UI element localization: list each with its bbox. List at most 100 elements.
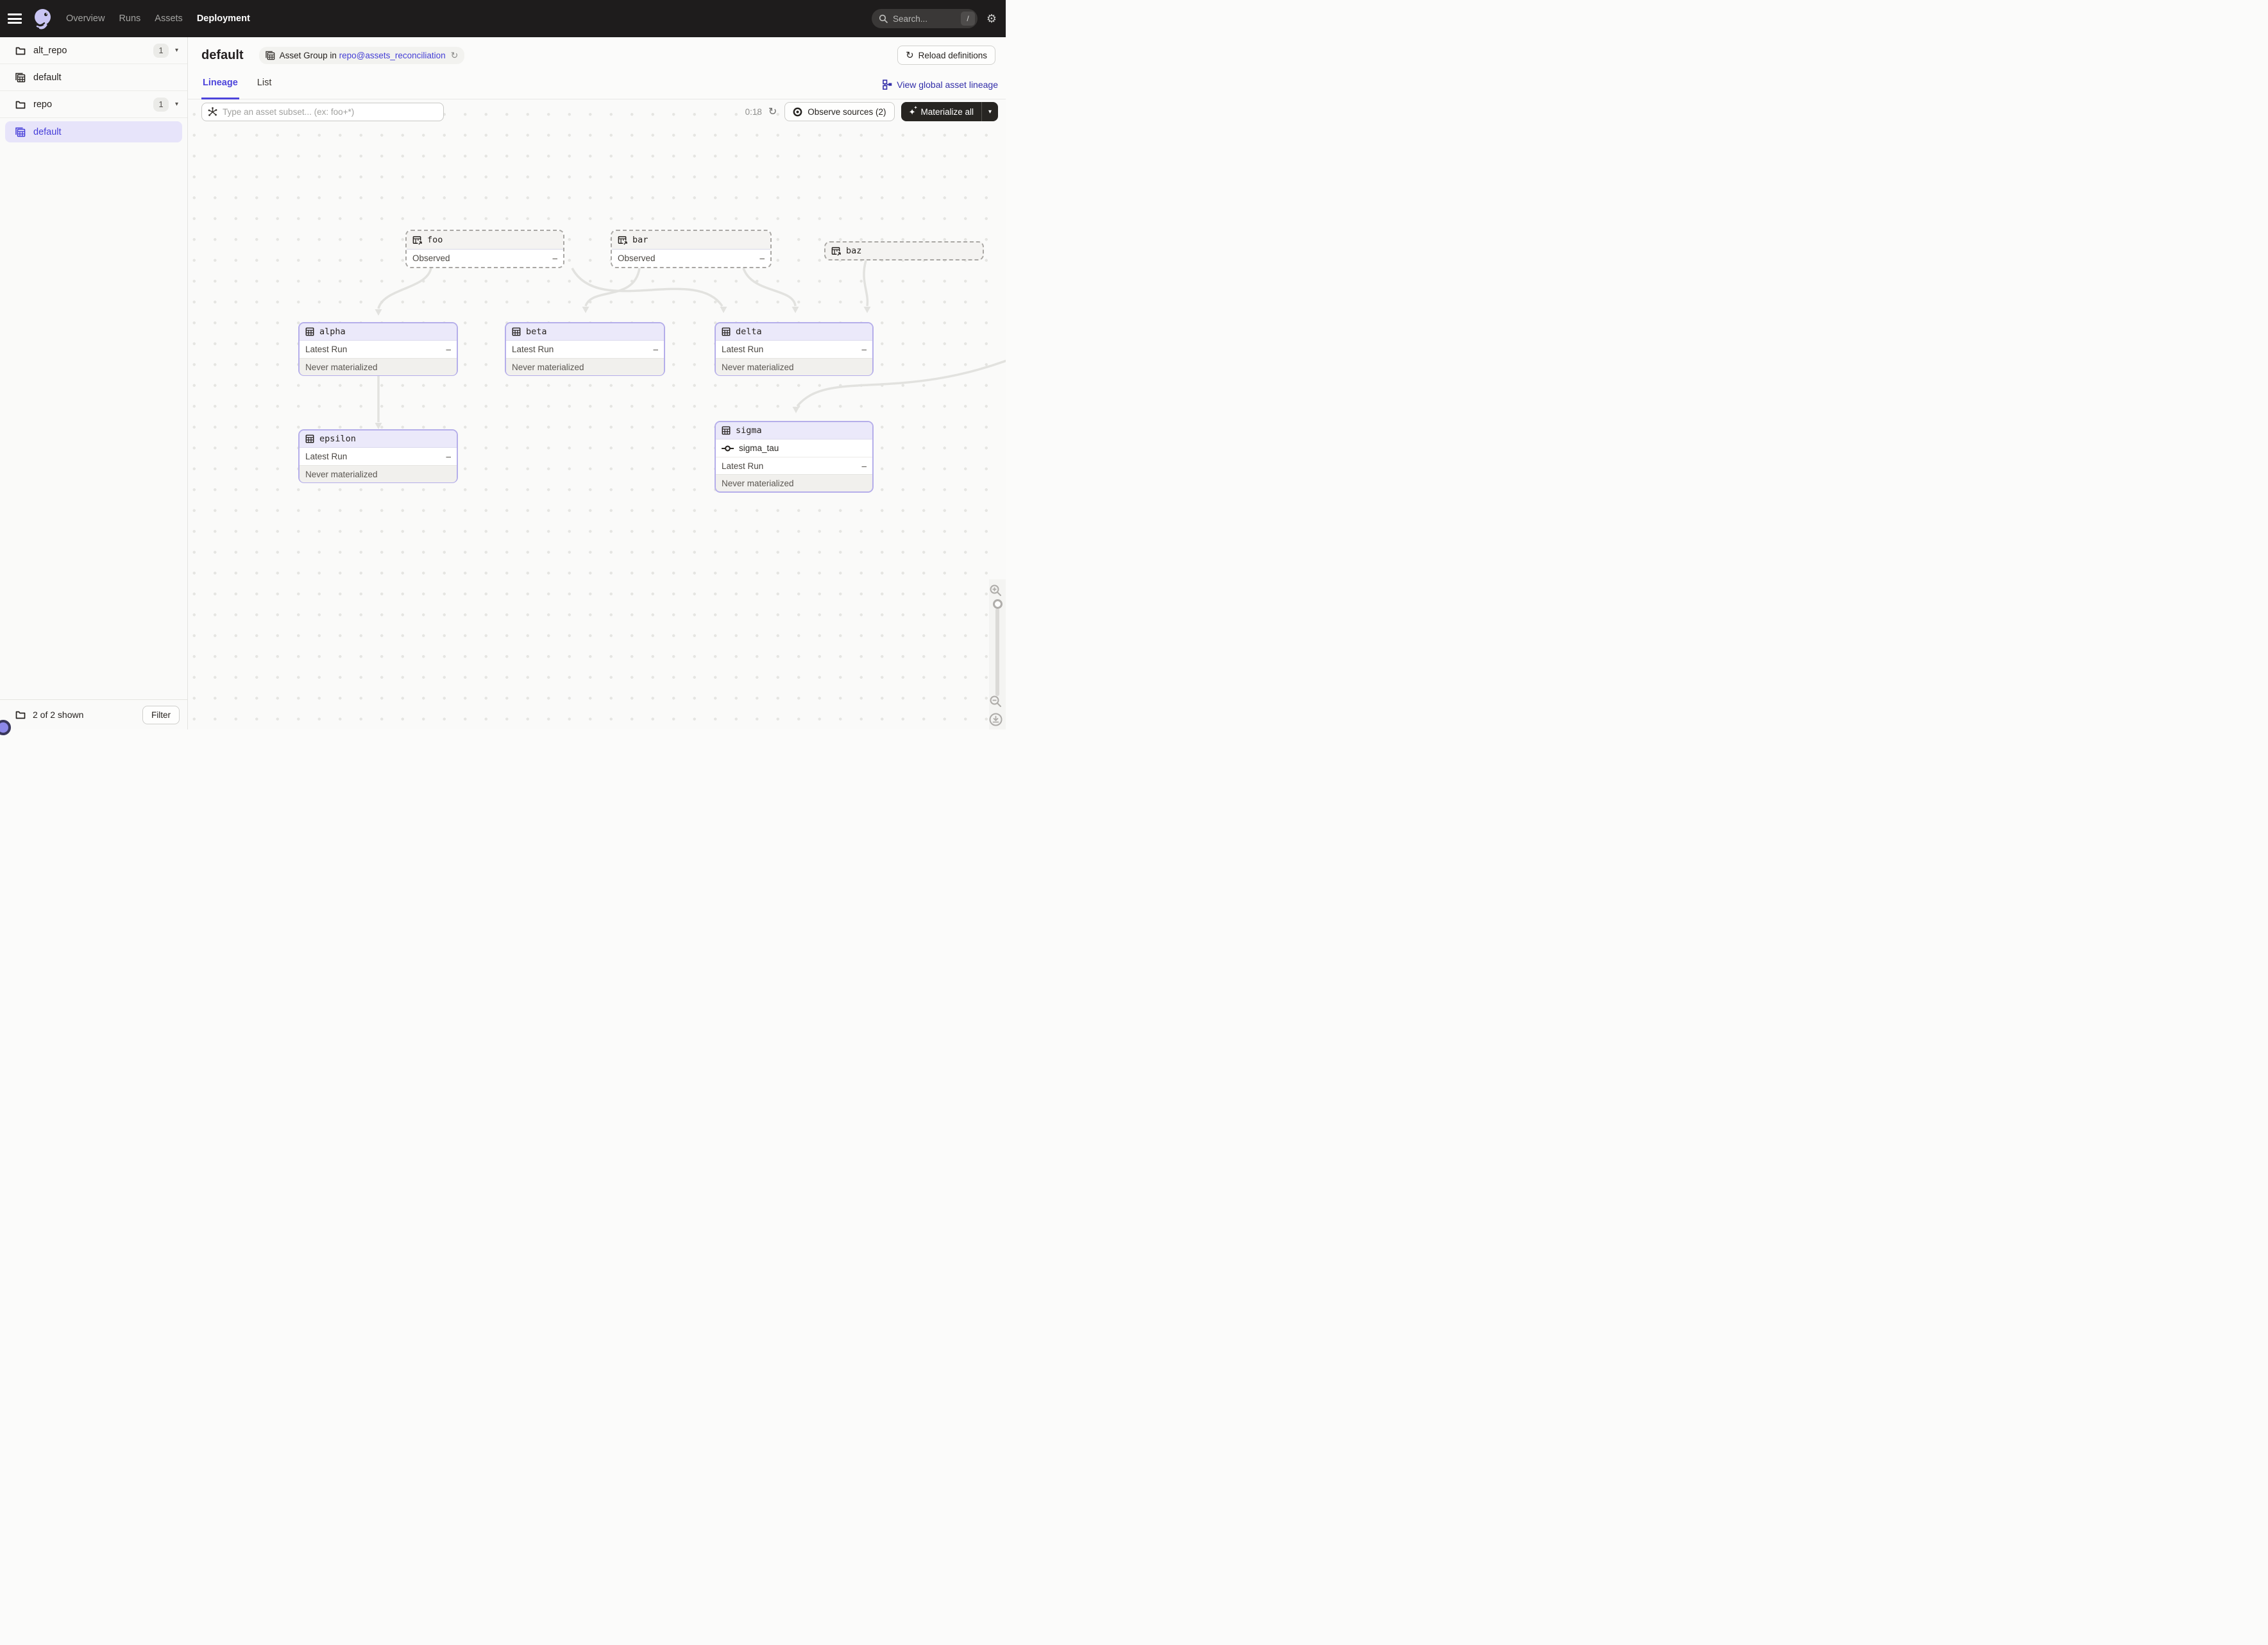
filter-button[interactable]: Filter: [142, 706, 180, 724]
search-icon: [879, 14, 888, 23]
latest-run-value: –: [446, 345, 451, 354]
search-placeholder: Search...: [893, 14, 961, 24]
refresh-timer: 0:18: [745, 107, 762, 117]
tab-lineage[interactable]: Lineage: [201, 74, 239, 99]
materialization-status: Never materialized: [722, 479, 794, 488]
search-input[interactable]: Search... /: [872, 9, 977, 28]
sidebar-item-label: alt_repo: [33, 46, 153, 56]
zoom-slider-track[interactable]: [995, 608, 999, 696]
nav-tab-runs[interactable]: Runs: [112, 0, 148, 37]
asset-name: beta: [526, 327, 547, 337]
page-header: default Asset Group in repo@assets_recon…: [188, 37, 1006, 74]
asset-group-icon: [15, 72, 26, 83]
lineage-edges: [188, 99, 1006, 729]
refresh-icon: ↻: [906, 49, 914, 61]
reload-definitions-button[interactable]: ↻ Reload definitions: [897, 46, 995, 65]
zoom-slider-handle[interactable]: [993, 599, 1003, 609]
hamburger-menu-icon[interactable]: [0, 0, 30, 37]
sidebar-footer: 2 of 2 shown Filter: [0, 699, 187, 729]
asset-node-foo[interactable]: foo Observed–: [405, 230, 564, 268]
observe-sources-label: Observe sources (2): [808, 107, 886, 117]
shown-count-label: 2 of 2 shown: [33, 710, 142, 720]
sidebar-item-default-selected[interactable]: default: [5, 121, 182, 142]
asset-node-bar[interactable]: bar Observed–: [611, 230, 772, 268]
asset-name: baz: [846, 246, 861, 256]
view-global-asset-lineage-label: View global asset lineage: [897, 80, 998, 90]
view-tabs: Lineage List View global asset lineage: [188, 74, 1006, 99]
edge-foo-delta: [572, 268, 722, 306]
asset-name: delta: [736, 327, 762, 337]
page-title: default: [201, 48, 244, 63]
source-asset-icon: [412, 235, 422, 245]
corner-logo-fragment: [0, 720, 11, 735]
materialize-all-label: Materialize all: [920, 107, 974, 117]
count-badge: 1: [153, 98, 169, 112]
lineage-canvas[interactable]: Type an asset subset... (ex: foo+*) 0:18…: [188, 99, 1006, 729]
lineage-graph-icon: [883, 80, 892, 90]
latest-run-value: –: [653, 345, 658, 354]
materialization-status: Never materialized: [305, 362, 378, 372]
edge-foo-alpha: [378, 268, 431, 309]
table-asset-icon: [722, 327, 731, 336]
asset-node-epsilon[interactable]: epsilon Latest Run– Never materialized: [298, 429, 458, 483]
latest-run-value: –: [861, 345, 867, 354]
asset-name: alpha: [319, 327, 346, 337]
sidebar-item-label: repo: [33, 99, 153, 110]
latest-run-label: Latest Run: [722, 461, 763, 471]
table-asset-icon: [722, 426, 731, 435]
asset-node-beta[interactable]: beta Latest Run– Never materialized: [505, 322, 665, 376]
tab-list[interactable]: List: [256, 74, 273, 99]
asset-node-alpha[interactable]: alpha Latest Run– Never materialized: [298, 322, 458, 376]
materialize-dropdown-button[interactable]: ▾: [981, 102, 998, 121]
sidebar-item-repo[interactable]: repo 1 ▾: [0, 91, 187, 118]
top-nav: Overview Runs Assets Deployment Search..…: [0, 0, 1006, 37]
nav-tab-overview[interactable]: Overview: [59, 0, 112, 37]
reload-definitions-label: Reload definitions: [918, 51, 987, 60]
main-pane: default Asset Group in repo@assets_recon…: [188, 37, 1006, 729]
materialization-status: Never materialized: [722, 362, 794, 372]
refresh-icon[interactable]: ↻: [768, 105, 777, 118]
zoom-in-icon[interactable]: [989, 584, 1002, 597]
observe-sources-button[interactable]: Observe sources (2): [784, 102, 894, 121]
observed-label: Observed: [412, 253, 450, 263]
nav-tab-deployment[interactable]: Deployment: [190, 0, 257, 37]
sidebar-item-alt-repo[interactable]: alt_repo 1 ▾: [0, 37, 187, 64]
materialization-status: Never materialized: [305, 470, 378, 479]
table-asset-icon: [305, 327, 314, 336]
asset-check-name: sigma_tau: [739, 443, 779, 453]
chevron-down-icon[interactable]: ▾: [175, 47, 178, 54]
asset-node-sigma[interactable]: sigma sigma_tau Latest Run– Never materi…: [715, 421, 874, 493]
asset-check-row[interactable]: sigma_tau: [716, 439, 872, 457]
download-view-icon[interactable]: [989, 713, 1003, 726]
asset-subset-graph-icon: [208, 107, 217, 117]
refresh-icon[interactable]: ↻: [451, 50, 459, 61]
asset-node-baz[interactable]: baz: [824, 241, 984, 260]
asset-name: epsilon: [319, 434, 356, 444]
asset-name: bar: [632, 235, 648, 245]
latest-run-label: Latest Run: [305, 452, 347, 461]
chevron-down-icon[interactable]: ▾: [175, 101, 178, 108]
repo-link[interactable]: repo@assets_reconciliation: [339, 51, 446, 60]
view-global-asset-lineage-link[interactable]: View global asset lineage: [883, 80, 998, 90]
observed-value: –: [759, 253, 765, 263]
materialize-all-button[interactable]: ✦✦ Materialize all: [901, 102, 981, 121]
folder-icon: [15, 46, 26, 55]
table-asset-icon: [512, 327, 521, 336]
asset-group-tag: Asset Group in repo@assets_reconciliatio…: [259, 47, 465, 64]
chevron-down-icon: ▾: [988, 108, 992, 115]
count-badge: 1: [153, 44, 169, 58]
asset-group-icon: [15, 127, 26, 137]
nav-tab-assets[interactable]: Assets: [148, 0, 190, 37]
latest-run-label: Latest Run: [512, 345, 554, 354]
sidebar-item-label: default: [33, 72, 178, 83]
gear-icon[interactable]: ⚙: [977, 12, 1006, 26]
asset-subset-input[interactable]: Type an asset subset... (ex: foo+*): [201, 103, 444, 121]
observed-value: –: [552, 253, 557, 263]
sidebar-item-default-alt[interactable]: default: [0, 64, 187, 91]
asset-group-icon: [266, 51, 275, 60]
dagster-logo-icon[interactable]: [31, 8, 53, 30]
latest-run-label: Latest Run: [722, 345, 763, 354]
zoom-out-icon[interactable]: [989, 695, 1002, 708]
nav-tabs: Overview Runs Assets Deployment: [59, 0, 257, 37]
asset-node-delta[interactable]: delta Latest Run – Never materialized: [715, 322, 874, 376]
